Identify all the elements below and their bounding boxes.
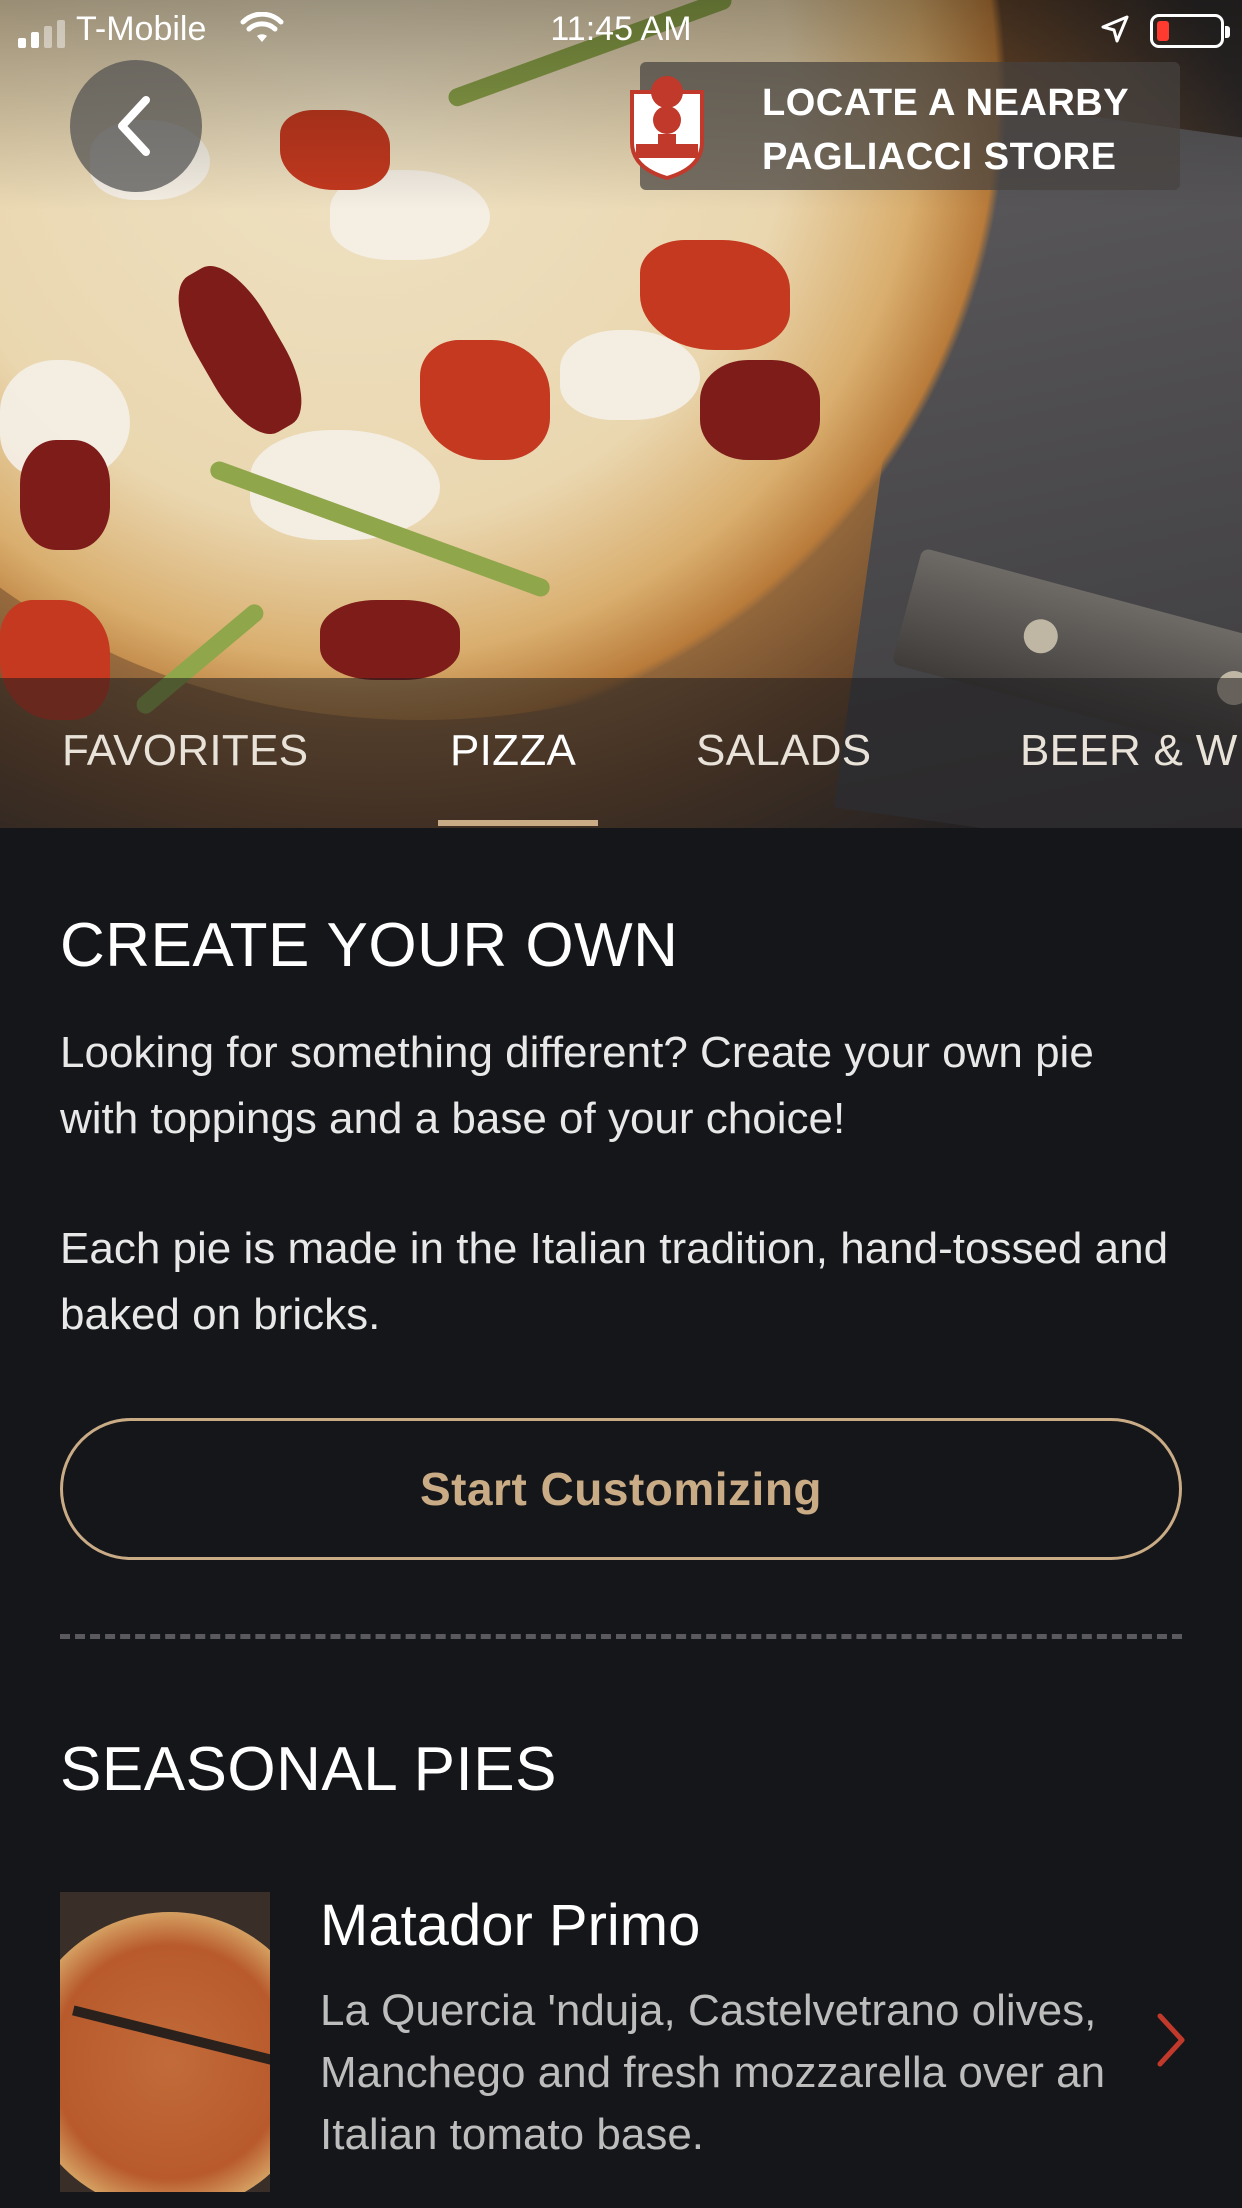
chevron-left-icon [118,96,150,156]
create-your-own-description: Looking for something different? Create … [60,1028,1094,1143]
clock: 11:45 AM [550,10,692,48]
active-tab-indicator [438,820,598,826]
back-button[interactable] [70,60,202,192]
start-customizing-label: Start Customizing [419,1463,823,1515]
location-arrow-icon [1100,14,1130,53]
section-divider [60,1634,1182,1639]
tab-beer-wine[interactable]: BEER & W [1020,726,1238,776]
category-tabs: FAVORITES PIZZA SALADS BEER & W [0,678,1242,828]
tab-favorites[interactable]: FAVORITES [62,726,308,776]
status-bar: T-Mobile 11:45 AM [0,0,1242,60]
tab-pizza[interactable]: PIZZA [450,726,576,776]
menu-item-description: La Quercia 'nduja, Castelvetrano olives,… [320,1986,1106,2159]
chevron-right-icon [1157,2013,1185,2067]
menu-item-matador-primo[interactable]: Matador Primo La Quercia 'nduja, Castelv… [60,1892,1185,2192]
locate-store-button[interactable]: LOCATE A NEARBY PAGLIACCI STORE [630,62,1180,190]
pizza-thumbnail [60,1892,270,2192]
battery-icon [1150,14,1230,48]
menu-item-name: Matador Primo [320,1893,701,1958]
create-your-own-title: CREATE YOUR OWN [60,911,679,980]
start-customizing-button[interactable]: Start Customizing [60,1418,1182,1560]
pagliacci-logo [622,72,712,182]
locate-store-label: LOCATE A NEARBY PAGLIACCI STORE [762,82,1129,178]
create-your-own-tradition-text: Each pie is made in the Italian traditio… [60,1224,1169,1339]
seasonal-pies-title: SEASONAL PIES [60,1735,557,1804]
tab-salads[interactable]: SALADS [696,726,871,776]
